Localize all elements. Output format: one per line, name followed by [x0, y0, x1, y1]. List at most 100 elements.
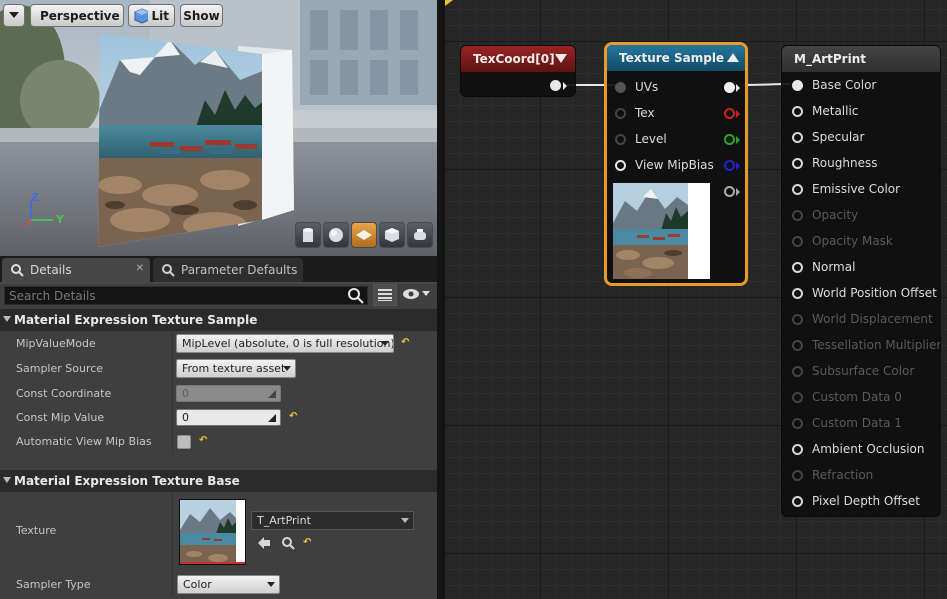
texture-preview: [613, 183, 710, 279]
pin-arrow: [736, 135, 740, 144]
reset-to-default-icon[interactable]: ↶: [199, 435, 207, 446]
preview-plane-button[interactable]: [351, 222, 377, 248]
output-pin-rgb[interactable]: [724, 82, 740, 93]
pin-circle: [792, 183, 803, 195]
section-texture-sample[interactable]: Material Expression Texture Sample: [0, 309, 437, 331]
texture-sample-node[interactable]: Texture Sample UVs Tex Level View MipBia…: [604, 42, 748, 286]
lit-button[interactable]: Lit: [128, 4, 175, 27]
input-pin-view-mipbias[interactable]: View MipBias: [615, 158, 714, 172]
show-button[interactable]: Show: [180, 4, 223, 27]
pin-circle: [792, 287, 803, 299]
pin-label: World Position Offset: [812, 286, 937, 300]
close-icon[interactable]: ✕: [136, 263, 144, 274]
tab-details-label: Details: [30, 263, 72, 277]
pin-label: Custom Data 1: [812, 416, 902, 430]
use-selected-asset-icon[interactable]: [257, 536, 271, 550]
pin-arrow: [563, 81, 567, 90]
preview-mesh-button[interactable]: [407, 222, 433, 248]
material-pin-custom-data-0: Custom Data 0: [792, 390, 902, 404]
property-row-sampler-source: Sampler Source From texture asset: [0, 357, 437, 381]
pin-label: Tessellation Multiplier: [812, 338, 941, 352]
material-pin-emissive-color[interactable]: Emissive Color: [792, 182, 900, 196]
material-node-header[interactable]: M_ArtPrint: [782, 46, 940, 72]
preview-cube-button[interactable]: [379, 222, 405, 248]
dropdown-value: MipLevel (absolute, 0 is full resolution…: [182, 337, 394, 350]
search-icon[interactable]: [347, 287, 365, 305]
material-pin-pixel-depth-offset[interactable]: Pixel Depth Offset: [792, 494, 920, 508]
property-row-automatic-view-mip-bias: Automatic View Mip Bias ↶: [0, 430, 437, 454]
section-texture-base[interactable]: Material Expression Texture Base: [0, 470, 437, 492]
texture-thumbnail[interactable]: [179, 499, 246, 565]
pin-circle: [615, 133, 626, 145]
mip-value-mode-dropdown[interactable]: MipLevel (absolute, 0 is full resolution…: [176, 334, 394, 353]
node-title: TexCoord[0]: [473, 52, 555, 66]
tab-parameter-defaults[interactable]: Parameter Defaults: [153, 258, 303, 282]
pin-label: Emissive Color: [812, 182, 901, 196]
material-pin-specular[interactable]: Specular: [792, 130, 864, 144]
property-matrix-button[interactable]: [373, 284, 397, 306]
search-placeholder: Search Details: [9, 288, 96, 303]
material-pin-ambient-occlusion[interactable]: Ambient Occlusion: [792, 442, 924, 456]
pin-circle: [792, 313, 803, 325]
node-title: Texture Sample: [619, 51, 725, 65]
node-title: M_ArtPrint: [794, 52, 866, 66]
search-details-field[interactable]: Search Details: [4, 286, 368, 305]
reset-to-default-icon[interactable]: ↶: [303, 537, 311, 548]
preview-sphere-button[interactable]: [323, 222, 349, 248]
pin-circle: [615, 81, 626, 93]
lit-label: Lit: [151, 8, 170, 23]
dropdown-value: Color: [183, 578, 212, 591]
sampler-source-dropdown[interactable]: From texture asset: [176, 359, 296, 378]
preview-cylinder-button[interactable]: [295, 222, 321, 248]
pin-circle: [615, 107, 626, 119]
pin-arrow: [736, 161, 740, 170]
panel-splitter[interactable]: [437, 0, 445, 599]
input-value: 0: [182, 411, 189, 424]
material-graph[interactable]: TexCoord[0] Texture Sample UVs Tex Level…: [445, 0, 947, 599]
material-pin-world-position-offset[interactable]: World Position Offset: [792, 286, 937, 300]
property-label: Automatic View Mip Bias: [16, 435, 152, 448]
view-options-button[interactable]: [402, 288, 430, 300]
texcoord-node-header[interactable]: TexCoord[0]: [461, 46, 575, 72]
pin-circle: [724, 108, 735, 119]
resize-arrow-icon: [268, 414, 276, 422]
output-pin-a[interactable]: [724, 186, 740, 197]
pin-label: Opacity: [812, 208, 859, 222]
reset-to-default-icon[interactable]: ↶: [401, 337, 409, 348]
sampler-type-dropdown[interactable]: Color: [177, 575, 280, 594]
viewport[interactable]: Z Y Perspective Lit Show: [0, 0, 437, 256]
material-pin-normal[interactable]: Normal: [792, 260, 855, 274]
perspective-button[interactable]: Perspective: [30, 4, 124, 27]
material-pin-metallic[interactable]: Metallic: [792, 104, 858, 118]
teapot-icon: [414, 229, 426, 240]
column-divider: [172, 406, 173, 430]
input-pin-uvs[interactable]: UVs: [615, 80, 658, 94]
browse-asset-icon[interactable]: [281, 536, 295, 550]
chevron-down-icon: [267, 582, 275, 587]
pin-circle: [792, 157, 803, 169]
texcoord-node[interactable]: TexCoord[0]: [460, 45, 576, 97]
material-pin-world-displacement: World Displacement: [792, 312, 933, 326]
perspective-label: Perspective: [40, 8, 120, 23]
texture-sample-node-header[interactable]: Texture Sample: [607, 45, 745, 71]
output-pin-b[interactable]: [724, 160, 740, 171]
output-pin-r[interactable]: [724, 108, 740, 119]
viewport-options-button[interactable]: [3, 4, 25, 27]
input-pin-tex[interactable]: Tex: [615, 106, 655, 120]
reset-to-default-icon[interactable]: ↶: [289, 411, 297, 422]
tab-details[interactable]: Details ✕: [2, 258, 150, 282]
const-mip-value-input[interactable]: 0: [176, 409, 281, 426]
input-pin-level[interactable]: Level: [615, 132, 667, 146]
collapse-node-icon[interactable]: [555, 54, 567, 64]
texture-asset-dropdown[interactable]: T_ArtPrint: [251, 511, 414, 530]
material-pin-roughness[interactable]: Roughness: [792, 156, 877, 170]
automatic-view-mip-bias-checkbox[interactable]: [177, 435, 191, 449]
output-pin-g[interactable]: [724, 134, 740, 145]
graph-corner-marker: [445, 0, 453, 6]
material-result-node[interactable]: M_ArtPrint Base Color Metallic Specular Rou…: [781, 45, 941, 517]
pin-circle: [792, 495, 803, 507]
collapse-node-icon[interactable]: [727, 53, 739, 63]
texcoord-output-pin[interactable]: [550, 80, 567, 91]
pin-circle: [792, 339, 803, 351]
material-pin-base-color[interactable]: Base Color: [792, 78, 876, 92]
